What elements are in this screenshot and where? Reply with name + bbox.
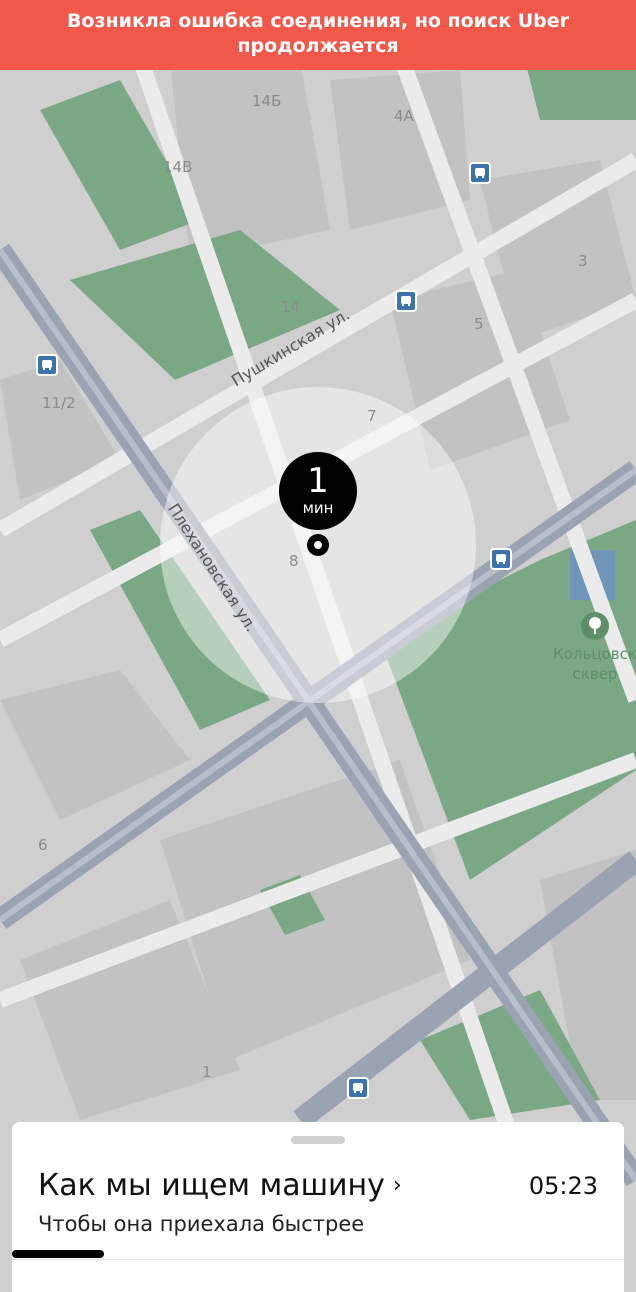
bus-stop-icon[interactable]	[395, 290, 417, 312]
park-label: Кольцовск сквер	[545, 612, 636, 684]
building-number: 14В	[163, 158, 193, 176]
building-number: 7	[367, 407, 377, 425]
sheet-title: Как мы ищем машину	[38, 1168, 385, 1203]
map[interactable]	[0, 0, 636, 1280]
tree-icon	[581, 612, 609, 640]
bottom-sheet[interactable]: Как мы ищем машину › 05:23 Чтобы она при…	[12, 1122, 624, 1292]
how-we-search-link[interactable]: Как мы ищем машину ›	[38, 1168, 402, 1203]
eta-unit: мин	[302, 499, 334, 517]
building-number: 14	[281, 298, 301, 316]
pickup-pin	[307, 534, 329, 556]
bus-stop-icon[interactable]	[490, 548, 512, 570]
building-number: 14Б	[252, 92, 282, 110]
building-number: 8	[289, 552, 299, 570]
banner-text: Возникла ошибка соединения, но поиск Ube…	[66, 10, 570, 57]
building-number: 6	[38, 836, 48, 854]
building-number: 5	[474, 315, 484, 333]
bus-stop-icon[interactable]	[36, 354, 58, 376]
bus-stop-icon[interactable]	[469, 162, 491, 184]
divider	[12, 1259, 624, 1260]
sheet-drag-handle[interactable]	[291, 1136, 345, 1144]
search-timer: 05:23	[528, 1172, 598, 1200]
building-number: 11/2	[42, 394, 76, 412]
eta-badge: 1 мин	[279, 452, 357, 530]
search-progress-fill	[12, 1250, 104, 1258]
chevron-right-icon: ›	[392, 1173, 402, 1198]
sheet-subtitle: Чтобы она приехала быстрее	[38, 1212, 365, 1236]
building-number: 4А	[394, 107, 414, 125]
building-number: 3	[578, 252, 588, 270]
connection-error-banner: Возникла ошибка соединения, но поиск Ube…	[0, 0, 636, 70]
eta-value: 1	[307, 461, 329, 501]
building-number: 1	[202, 1063, 212, 1081]
bus-stop-icon[interactable]	[347, 1077, 369, 1099]
